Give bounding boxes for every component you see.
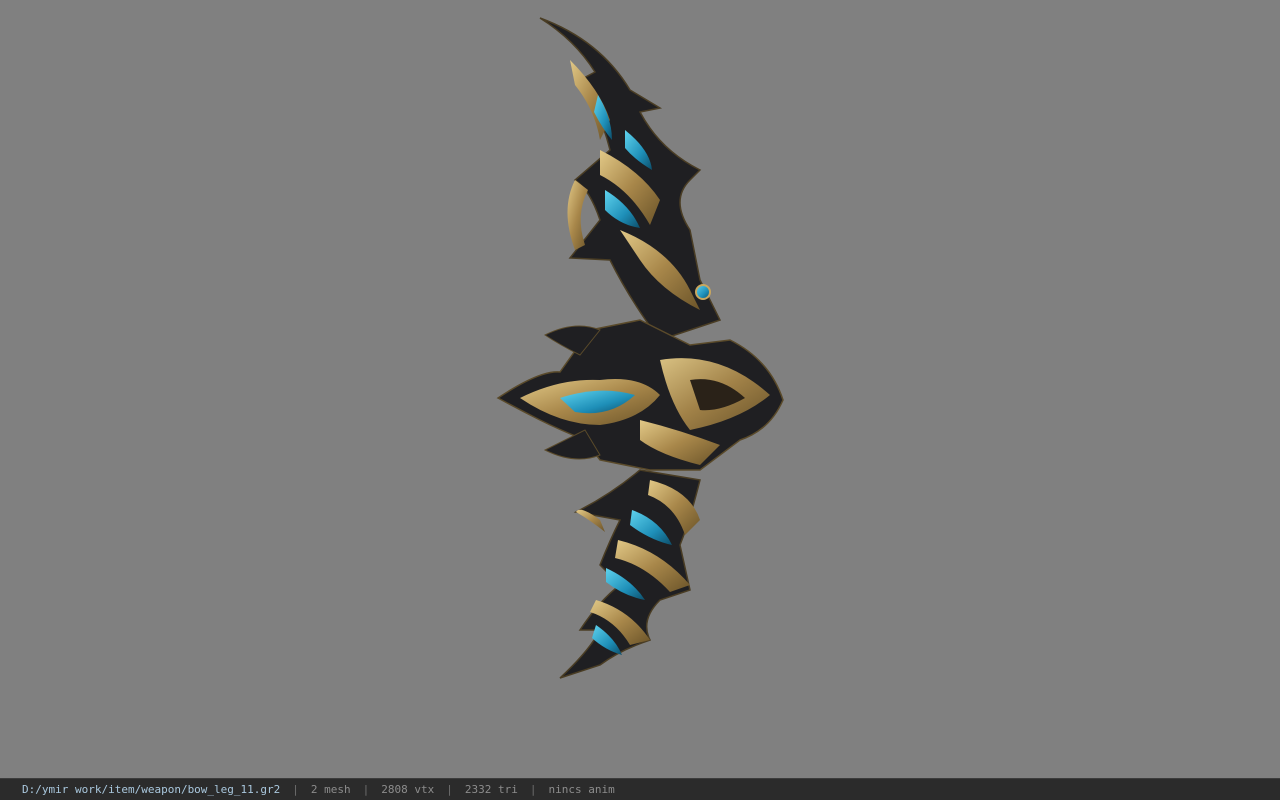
model-file-path: D:/ymir work/item/weapon/bow_leg_11.gr2 xyxy=(22,783,281,796)
separator: | xyxy=(446,783,453,796)
triangle-count: 2332 tri xyxy=(464,783,518,796)
separator: | xyxy=(529,783,537,796)
status-bar: D:/ymir work/item/weapon/bow_leg_11.gr2 |… xyxy=(0,778,1280,800)
animation-status: nincs anim xyxy=(548,783,615,796)
separator: | xyxy=(292,783,299,796)
vertex-count: 2808 vtx xyxy=(381,783,435,796)
bow-model[interactable] xyxy=(0,0,1280,778)
separator: | xyxy=(362,783,370,796)
3d-viewport[interactable] xyxy=(0,0,1280,778)
mesh-count: 2 mesh xyxy=(310,783,351,796)
